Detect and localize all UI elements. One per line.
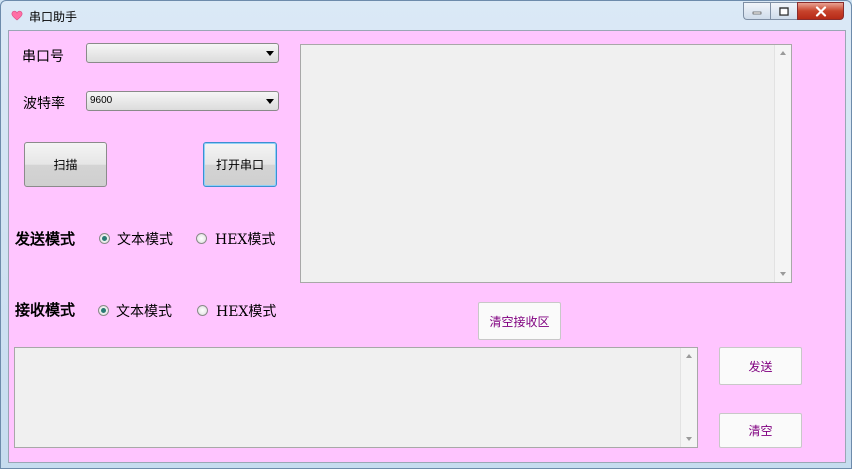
dropdown-arrow-icon <box>266 51 274 56</box>
clear-receive-button[interactable]: 清空接收区 <box>478 302 561 340</box>
send-scrollbar[interactable] <box>680 348 697 447</box>
receive-text-option: 文本模式 <box>116 304 172 320</box>
minimize-icon <box>752 11 762 15</box>
send-text-radio[interactable] <box>99 233 110 244</box>
send-hex-radio[interactable] <box>196 233 207 244</box>
close-icon <box>815 5 826 17</box>
scroll-up-icon[interactable] <box>780 51 786 55</box>
baud-label: 波特率 <box>23 96 65 112</box>
port-select[interactable] <box>86 43 279 63</box>
receive-text-radio[interactable] <box>98 305 109 316</box>
send-button[interactable]: 发送 <box>719 347 802 385</box>
baud-value: 9600 <box>90 95 113 106</box>
receive-hex-option: HEX模式 <box>216 304 277 320</box>
receive-textarea[interactable] <box>300 44 792 283</box>
open-port-button[interactable]: 打开串口 <box>203 142 277 187</box>
send-hex-option: HEX模式 <box>215 232 276 248</box>
send-mode-label: 发送模式 <box>15 230 76 248</box>
scan-button[interactable]: 扫描 <box>24 142 107 187</box>
minimize-button[interactable] <box>743 2 770 20</box>
receive-hex-radio[interactable] <box>197 305 208 316</box>
baud-select[interactable]: 9600 <box>86 91 279 111</box>
clear-button[interactable]: 清空 <box>719 413 802 448</box>
port-label: 串口号 <box>22 49 64 65</box>
dropdown-arrow-icon <box>266 99 274 104</box>
send-text-option: 文本模式 <box>117 232 173 248</box>
maximize-button[interactable] <box>770 2 797 20</box>
app-window: 串口助手 串口号 波特率 9600 扫描 打开串口 发送模式 文本模式 HEX模… <box>0 0 852 469</box>
scroll-down-icon[interactable] <box>686 437 692 441</box>
scroll-up-icon[interactable] <box>686 354 692 358</box>
close-button[interactable] <box>797 2 844 20</box>
client-area: 串口号 波特率 9600 扫描 打开串口 发送模式 文本模式 HEX模式 接收模… <box>8 30 846 463</box>
scroll-down-icon[interactable] <box>780 272 786 276</box>
heart-icon <box>11 10 23 21</box>
maximize-icon <box>779 6 789 16</box>
receive-scrollbar[interactable] <box>774 45 791 282</box>
window-title: 串口助手 <box>29 10 78 24</box>
receive-mode-label: 接收模式 <box>15 301 76 319</box>
send-textarea[interactable] <box>14 347 698 448</box>
title-bar[interactable]: 串口助手 <box>1 1 851 30</box>
